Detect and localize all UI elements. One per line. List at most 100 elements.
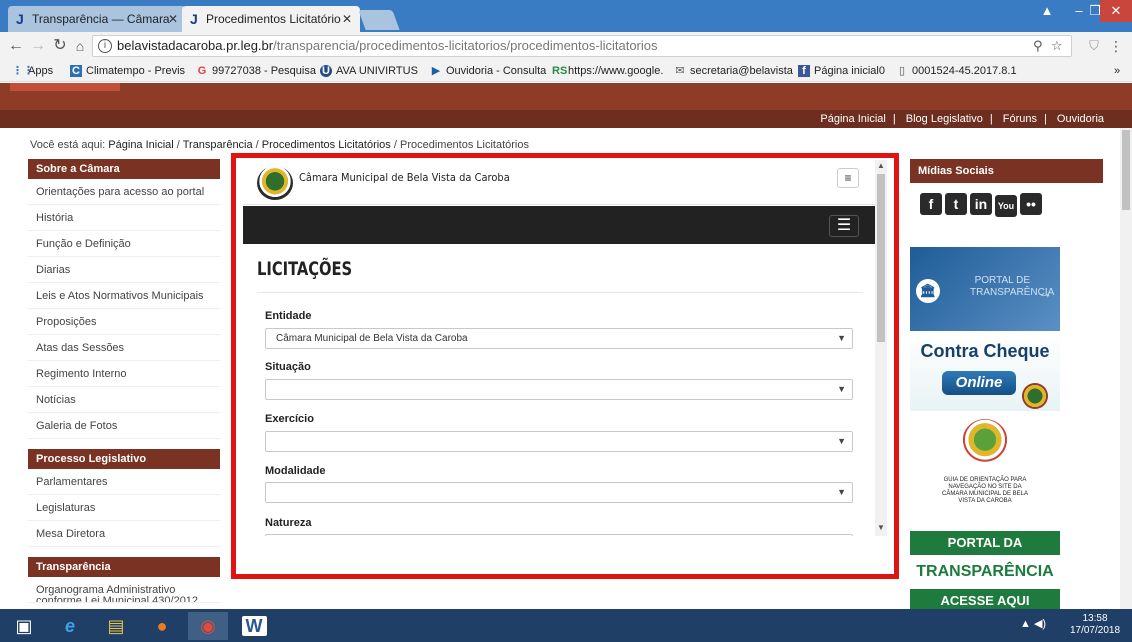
close-tab-icon[interactable]: ✕ (168, 6, 178, 32)
task-view-icon[interactable]: ▣ (4, 612, 44, 640)
scrollbar-thumb[interactable] (1122, 130, 1130, 210)
nav-ouvidoria[interactable]: Ouvidoria (1057, 113, 1104, 125)
flickr-icon[interactable]: •• (1020, 193, 1042, 215)
bookmark-item[interactable]: ⋮⋮ Apps (12, 60, 53, 81)
sidebar-item[interactable]: Atas das Sessões (28, 335, 220, 361)
home-icon[interactable]: ⌂ (70, 36, 90, 56)
bookmark-item[interactable]: ▯ 0001524-45.2017.8.1 (896, 60, 1017, 81)
close-tab-icon[interactable]: ✕ (342, 6, 352, 32)
file-explorer-icon[interactable]: ▤ (96, 612, 136, 640)
nav-foruns[interactable]: Fóruns (1003, 113, 1037, 125)
forward-arrow-icon[interactable]: → (28, 36, 48, 56)
bookmark-item[interactable]: f Página inicial0 (798, 60, 885, 81)
breadcrumb-link[interactable]: Procedimentos Licitatórios (262, 139, 391, 151)
new-tab-button[interactable] (358, 10, 400, 30)
site-logo-strip (10, 83, 120, 91)
guia-orientacao-banner[interactable]: GUIA DE ORIENTAÇÃO PARA NAVEGAÇÃO NO SIT… (910, 415, 1060, 515)
sidebar-item[interactable]: Notícias (28, 387, 220, 413)
more-bookmarks-icon[interactable]: » (1114, 60, 1120, 81)
bookmark-item[interactable]: ✉ secretaria@belavista (674, 60, 793, 81)
info-icon[interactable]: i (98, 39, 112, 53)
situacao-select[interactable]: ▼ (265, 379, 853, 400)
divider (257, 292, 863, 293)
sidebar-item[interactable]: Função e Definição (28, 231, 220, 257)
acesse-transparencia-banner[interactable]: PORTAL DA TRANSPARÊNCIA ACESSE AQUI (910, 531, 1060, 611)
bookmark-star-icon[interactable]: ☆ (1051, 36, 1063, 56)
sidebar-item[interactable]: Leis e Atos Normativos Municipais (28, 283, 220, 309)
reload-icon[interactable]: ↻ (50, 36, 70, 56)
scrollbar-thumb[interactable] (877, 174, 885, 342)
zoom-icon[interactable]: ⚲ (1033, 36, 1043, 56)
dropdown-caret-icon: ▼ (837, 487, 846, 497)
menu-dots-icon[interactable]: ⋮ (1106, 36, 1126, 56)
tab-procedimentos[interactable]: J Procedimentos Licitatório ✕ (182, 6, 360, 32)
natureza-select[interactable] (265, 534, 853, 536)
sidebar-item[interactable]: Parlamentares (28, 469, 220, 495)
sidebar-item[interactable]: Orientações para acesso ao portal (28, 179, 220, 205)
tray-volume-icon[interactable]: ▲ ◀) (1020, 617, 1046, 630)
sidebar-item[interactable]: Proposições (28, 309, 220, 335)
apps-grid-icon: ⋮⋮ (12, 65, 34, 77)
clock[interactable]: 13:58 17/07/2018 (1064, 613, 1126, 637)
address-bar-row: ← → ↻ ⌂ i belavistadacaroba.pr.leg.br/tr… (0, 32, 1132, 60)
sidebar-heading: Processo Legislativo (28, 449, 220, 469)
municipal-emblem-icon (962, 419, 1008, 465)
field-label-natureza: Natureza (265, 517, 312, 529)
sidebar-item[interactable]: Organograma Administrativo conforme Lei … (28, 577, 220, 603)
facebook-icon[interactable]: f (920, 193, 942, 215)
word-icon[interactable]: W (234, 612, 274, 640)
sidebar-item[interactable]: Regimento Interno (28, 361, 220, 387)
url-host: belavistadacaroba.pr.leg.br (117, 38, 274, 53)
site-favicon-icon: J (190, 11, 198, 27)
bookmark-item[interactable]: ▶ Ouvidoria - Consulta (430, 60, 547, 81)
scroll-up-icon[interactable]: ▲ (875, 160, 887, 172)
youtube-icon[interactable]: You (995, 195, 1017, 217)
exercicio-select[interactable]: ▼ (265, 431, 853, 452)
left-sidebar: Sobre a Câmara Orientações para acesso a… (28, 159, 220, 603)
sidebar-heading: Transparência (28, 557, 220, 577)
iframe-header: Câmara Municipal de Bela Vista da Caroba… (243, 160, 875, 205)
sidebar-item[interactable]: História (28, 205, 220, 231)
user-icon[interactable]: ▲ (1034, 0, 1060, 22)
breadcrumb-link[interactable]: Página Inicial (108, 139, 173, 151)
modalidade-select[interactable]: ▼ (265, 482, 853, 503)
scroll-down-icon[interactable]: ▼ (875, 522, 887, 534)
breadcrumb-link[interactable]: Transparência (183, 139, 253, 151)
entidade-select[interactable]: Câmara Municipal de Bela Vista da Caroba… (265, 328, 853, 349)
sidebar-item[interactable]: Legislaturas (28, 495, 220, 521)
chrome-icon[interactable]: ◉ (188, 612, 228, 640)
bookmark-item[interactable]: C Climatempo - Previs (70, 60, 185, 81)
url-input[interactable]: i belavistadacaroba.pr.leg.br/transparen… (92, 35, 1072, 57)
firefox-icon[interactable]: ● (142, 612, 182, 640)
menu-toggle-icon[interactable]: ≡ (837, 168, 859, 188)
sidebar-item[interactable]: Galeria de Fotos (28, 413, 220, 439)
building-columns-icon: 🏛 (916, 279, 940, 303)
nav-pagina-inicial[interactable]: Página Inicial (820, 113, 885, 125)
sidebar-item[interactable]: Diarias (28, 257, 220, 283)
bookmark-item[interactable]: RS https://www.google. (552, 60, 663, 81)
hamburger-menu-icon[interactable]: ☰ (829, 215, 859, 237)
os-taskbar: ▣ e ▤ ● ◉ W ▲ ◀) 13:58 17/07/2018 (0, 609, 1132, 642)
bookmarks-bar: ⋮⋮ Apps C Climatempo - Previs G 99727038 - … (0, 60, 1132, 82)
mail-icon: ✉ (675, 65, 685, 77)
breadcrumb: Você está aqui: Página Inicial / Transpa… (30, 139, 529, 151)
nav-blog-legislativo[interactable]: Blog Legislativo (906, 113, 983, 125)
iframe-scrollbar[interactable]: ▲ ▼ (875, 160, 887, 536)
edge-browser-icon[interactable]: e (50, 612, 90, 640)
dropdown-caret-icon: ▼ (837, 384, 846, 394)
browser-tab-bar: J Transparência — Câmara ✕ J Procediment… (0, 0, 1132, 32)
portal-transparencia-banner[interactable]: 🏛 PORTAL DE TRANSPARÊNCIA → (910, 247, 1060, 331)
tab-transparencia[interactable]: J Transparência — Câmara ✕ (8, 6, 186, 32)
arrow-right-icon: → (1038, 285, 1052, 301)
bookmark-item[interactable]: G 99727038 - Pesquisa (196, 60, 316, 81)
back-arrow-icon[interactable]: ← (6, 36, 26, 56)
linkedin-icon[interactable]: in (970, 193, 992, 215)
page-scrollbar[interactable] (1120, 128, 1132, 609)
sidebar-item[interactable]: Mesa Diretora (28, 521, 220, 547)
contra-cheque-banner[interactable]: Contra Cheque Online (910, 333, 1060, 411)
extension-shield-icon[interactable]: ⛉ (1084, 36, 1104, 56)
right-sidebar: Mídias Sociais f t in You •• 🏛 PORTAL DE TRAN… (910, 159, 1103, 611)
close-window-icon[interactable]: ✕ (1100, 0, 1132, 22)
twitter-icon[interactable]: t (945, 193, 967, 215)
bookmark-item[interactable]: U AVA UNIVIRTUS (320, 60, 418, 81)
